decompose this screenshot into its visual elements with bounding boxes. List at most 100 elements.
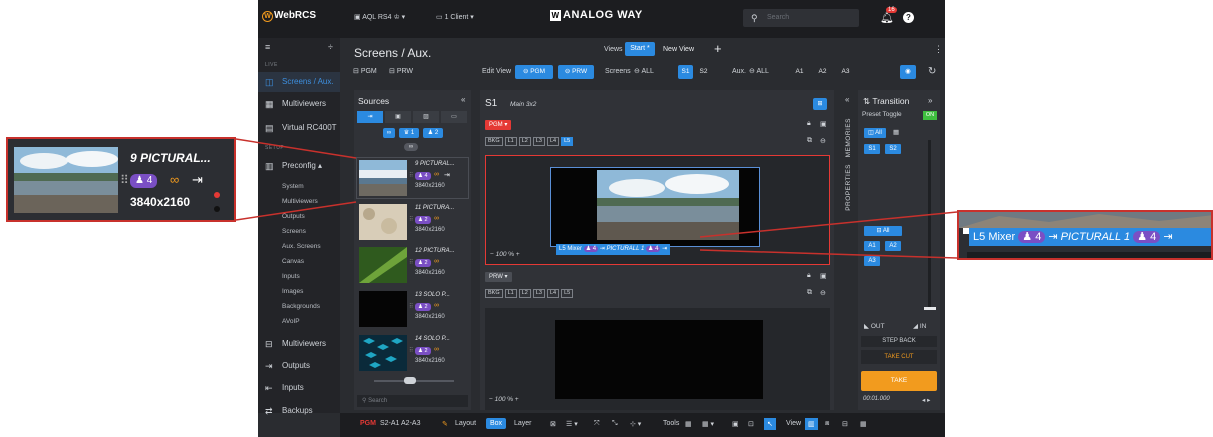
refresh-icon[interactable]: ↻ xyxy=(928,66,936,77)
tool-safe-area-icon[interactable]: ▣ xyxy=(732,420,739,428)
nav-sub-backgrounds[interactable]: Backgrounds xyxy=(282,303,320,310)
pgm-zoom-control[interactable]: − 100 % + xyxy=(490,251,520,258)
nav-sub-inputs[interactable]: Inputs xyxy=(282,273,300,280)
transition-duration[interactable]: 00:01.000 xyxy=(863,396,890,402)
filter-link-button[interactable]: ∞ xyxy=(383,128,395,138)
prw-view-toggle[interactable]: ⊟ PRW xyxy=(389,65,413,79)
transition-fader-handle[interactable] xyxy=(924,307,936,310)
pgm-view-toggle[interactable]: ⊟ PGM xyxy=(353,65,377,79)
preset-toggle-switch[interactable]: ON xyxy=(923,111,937,120)
expand-side-icon[interactable]: « xyxy=(845,95,849,104)
prw-layer-l4[interactable]: L4 xyxy=(547,289,560,298)
pin-icon[interactable]: ÷ xyxy=(328,42,333,52)
tab-screens[interactable]: ▭ xyxy=(441,111,467,123)
tab-backgrounds[interactable]: ▨ xyxy=(413,111,439,123)
nav-sub-images[interactable]: Images xyxy=(282,288,303,295)
nav-sub-multiviewers[interactable]: Multiviewers xyxy=(282,198,318,205)
duration-stepper[interactable]: ◂ ▸ xyxy=(922,396,930,404)
filter-group-1-button[interactable]: ♛ 1 xyxy=(399,128,419,138)
nav-multiviewers[interactable]: ▦ Multiviewers xyxy=(258,94,340,114)
prw-canvas[interactable] xyxy=(555,320,763,399)
more-options-icon[interactable]: ⋮ xyxy=(934,44,943,55)
top-search-input[interactable]: ⚲ Search xyxy=(743,9,859,27)
nav-sub-canvas[interactable]: Canvas xyxy=(282,258,304,265)
prw-layer-bkg[interactable]: BKG xyxy=(485,289,503,298)
transition-all-screens-button[interactable]: ◫ All xyxy=(864,128,886,138)
copy-icon[interactable]: ⧉ xyxy=(807,137,812,145)
drag-handle-icon[interactable]: ⠿ xyxy=(409,303,413,310)
prw-layer-l2[interactable]: L2 xyxy=(518,289,531,298)
prw-layer-l1[interactable]: L1 xyxy=(504,289,517,298)
nav-sub-outputs[interactable]: Outputs xyxy=(282,213,305,220)
edit-prw-button[interactable]: ⊖ PRW xyxy=(558,65,594,79)
layer-l5[interactable]: L5 xyxy=(561,137,574,146)
screen-layout-button[interactable]: ⊞ xyxy=(813,98,827,110)
prw-layer-l5[interactable]: L5 xyxy=(561,289,574,298)
view-start-button[interactable]: Start * xyxy=(625,42,655,56)
edit-pgm-button[interactable]: ⊖ PGM xyxy=(515,65,553,79)
snap-icon[interactable]: ⊹ ▾ xyxy=(630,420,641,428)
nav-multiviewers-setup[interactable]: ⊟ Multiviewers xyxy=(258,334,340,354)
drag-handle-icon[interactable]: ⠿ xyxy=(409,347,413,354)
clients-selector[interactable]: ▭ 1 Client ▾ xyxy=(436,13,474,21)
prw-preview-area[interactable]: − 100 % + xyxy=(485,308,830,410)
aux-a1-button[interactable]: A1 xyxy=(792,65,807,79)
nav-sub-aux-screens[interactable]: Aux. Screens xyxy=(282,243,321,250)
screen-s1-button[interactable]: S1 xyxy=(678,65,693,79)
source-item[interactable]: ⠿ 11 PICTURA... ♟ 2 ∞ 3840x2160 xyxy=(357,202,468,242)
view-split-icon[interactable]: ⧈ xyxy=(825,420,829,428)
source-item[interactable]: ⠿ 9 PICTURAL... ♟ 4 ∞ ⇥ 3840x2160 xyxy=(356,157,469,199)
tool-frame-icon[interactable]: ⊡ xyxy=(748,420,754,428)
transition-a3-button[interactable]: A3 xyxy=(864,256,880,266)
nav-sub-screens[interactable]: Screens xyxy=(282,228,306,235)
source-item[interactable]: ⠿ 13 SOLO P... ♟ 2 ∞ 3840x2160 xyxy=(357,289,468,329)
collapse-transition-icon[interactable]: » xyxy=(928,96,932,105)
take-button[interactable]: TAKE xyxy=(861,371,937,391)
device-selector[interactable]: ▣ AQL RS4 ♔ ▾ xyxy=(354,13,405,21)
nav-sub-system[interactable]: System xyxy=(282,183,304,190)
screens-all-toggle[interactable]: ⊖ ALL xyxy=(634,65,654,79)
pgm-canvas[interactable]: L5 Mixer ♟ 4 ⇥ PICTURALL 1 ♟ 4 ⇥ xyxy=(550,167,760,255)
aux-a2-button[interactable]: A2 xyxy=(815,65,830,79)
link-toggle-icon[interactable]: ∞ xyxy=(404,143,418,151)
nav-outputs[interactable]: ⇥ Outputs xyxy=(258,356,340,376)
filter-group-2-button[interactable]: ♟ 2 xyxy=(423,128,443,138)
layer-bkg[interactable]: BKG xyxy=(485,137,503,146)
transition-a1-button[interactable]: A1 xyxy=(864,241,880,251)
collapse-sources-icon[interactable]: « xyxy=(461,95,465,104)
transition-s1-button[interactable]: S1 xyxy=(864,144,880,154)
take-cut-button[interactable]: TAKE CUT xyxy=(861,350,937,364)
tool-grid-dropdown-icon[interactable]: ▦ ▾ xyxy=(702,420,714,428)
view-stack-icon[interactable]: ⊟ xyxy=(842,420,848,428)
tool-grid-icon[interactable]: ▦ xyxy=(685,420,692,428)
transition-grid-icon[interactable]: ▦ xyxy=(893,128,899,136)
pencil-icon[interactable]: ✎ xyxy=(442,420,448,428)
properties-tab[interactable]: PROPERTIES xyxy=(845,164,852,211)
prw-selector[interactable]: PRW ▾ xyxy=(485,272,512,282)
view-grid-icon[interactable]: ▦ xyxy=(860,420,867,428)
notifications-button[interactable]: 🔔︎ 16 xyxy=(880,7,897,24)
layer-mode-button[interactable]: Layer xyxy=(514,420,532,427)
prw-freeze-icon[interactable]: ▣ xyxy=(820,272,827,280)
memories-tab[interactable]: MEMORIES xyxy=(845,118,852,157)
tool-cursor-icon[interactable]: ↖ xyxy=(764,418,776,430)
tab-images[interactable]: ▣ xyxy=(385,111,411,123)
freeze-icon[interactable]: ▣ xyxy=(820,120,827,128)
lock-icon[interactable]: 🔒︎ xyxy=(807,120,811,128)
add-view-icon[interactable]: + xyxy=(714,41,722,56)
layer-label[interactable]: L5 Mixer ♟ 4 ⇥ PICTURALL 1 ♟ 4 ⇥ xyxy=(556,244,671,255)
nav-sub-avoip[interactable]: AVoIP xyxy=(282,318,300,325)
layout-mode-button[interactable]: Layout xyxy=(455,420,476,427)
help-button[interactable]: ? xyxy=(903,12,914,23)
drag-handle-icon[interactable]: ⠿ xyxy=(409,259,413,266)
live-sync-button[interactable]: ◉ xyxy=(900,65,916,79)
layer-l3[interactable]: L3 xyxy=(532,137,545,146)
transition-s2-button[interactable]: S2 xyxy=(885,144,901,154)
nav-backups[interactable]: ⇄ Backups xyxy=(258,401,340,421)
view-single-icon[interactable]: ▥ xyxy=(805,418,818,430)
layer-l1[interactable]: L1 xyxy=(504,137,517,146)
layer-l4[interactable]: L4 xyxy=(547,137,560,146)
fit-icon[interactable]: ⊠ xyxy=(550,420,556,428)
pgm-selector[interactable]: PGM ▾ xyxy=(485,120,512,130)
prw-zoom-control[interactable]: − 100 % + xyxy=(489,396,519,403)
